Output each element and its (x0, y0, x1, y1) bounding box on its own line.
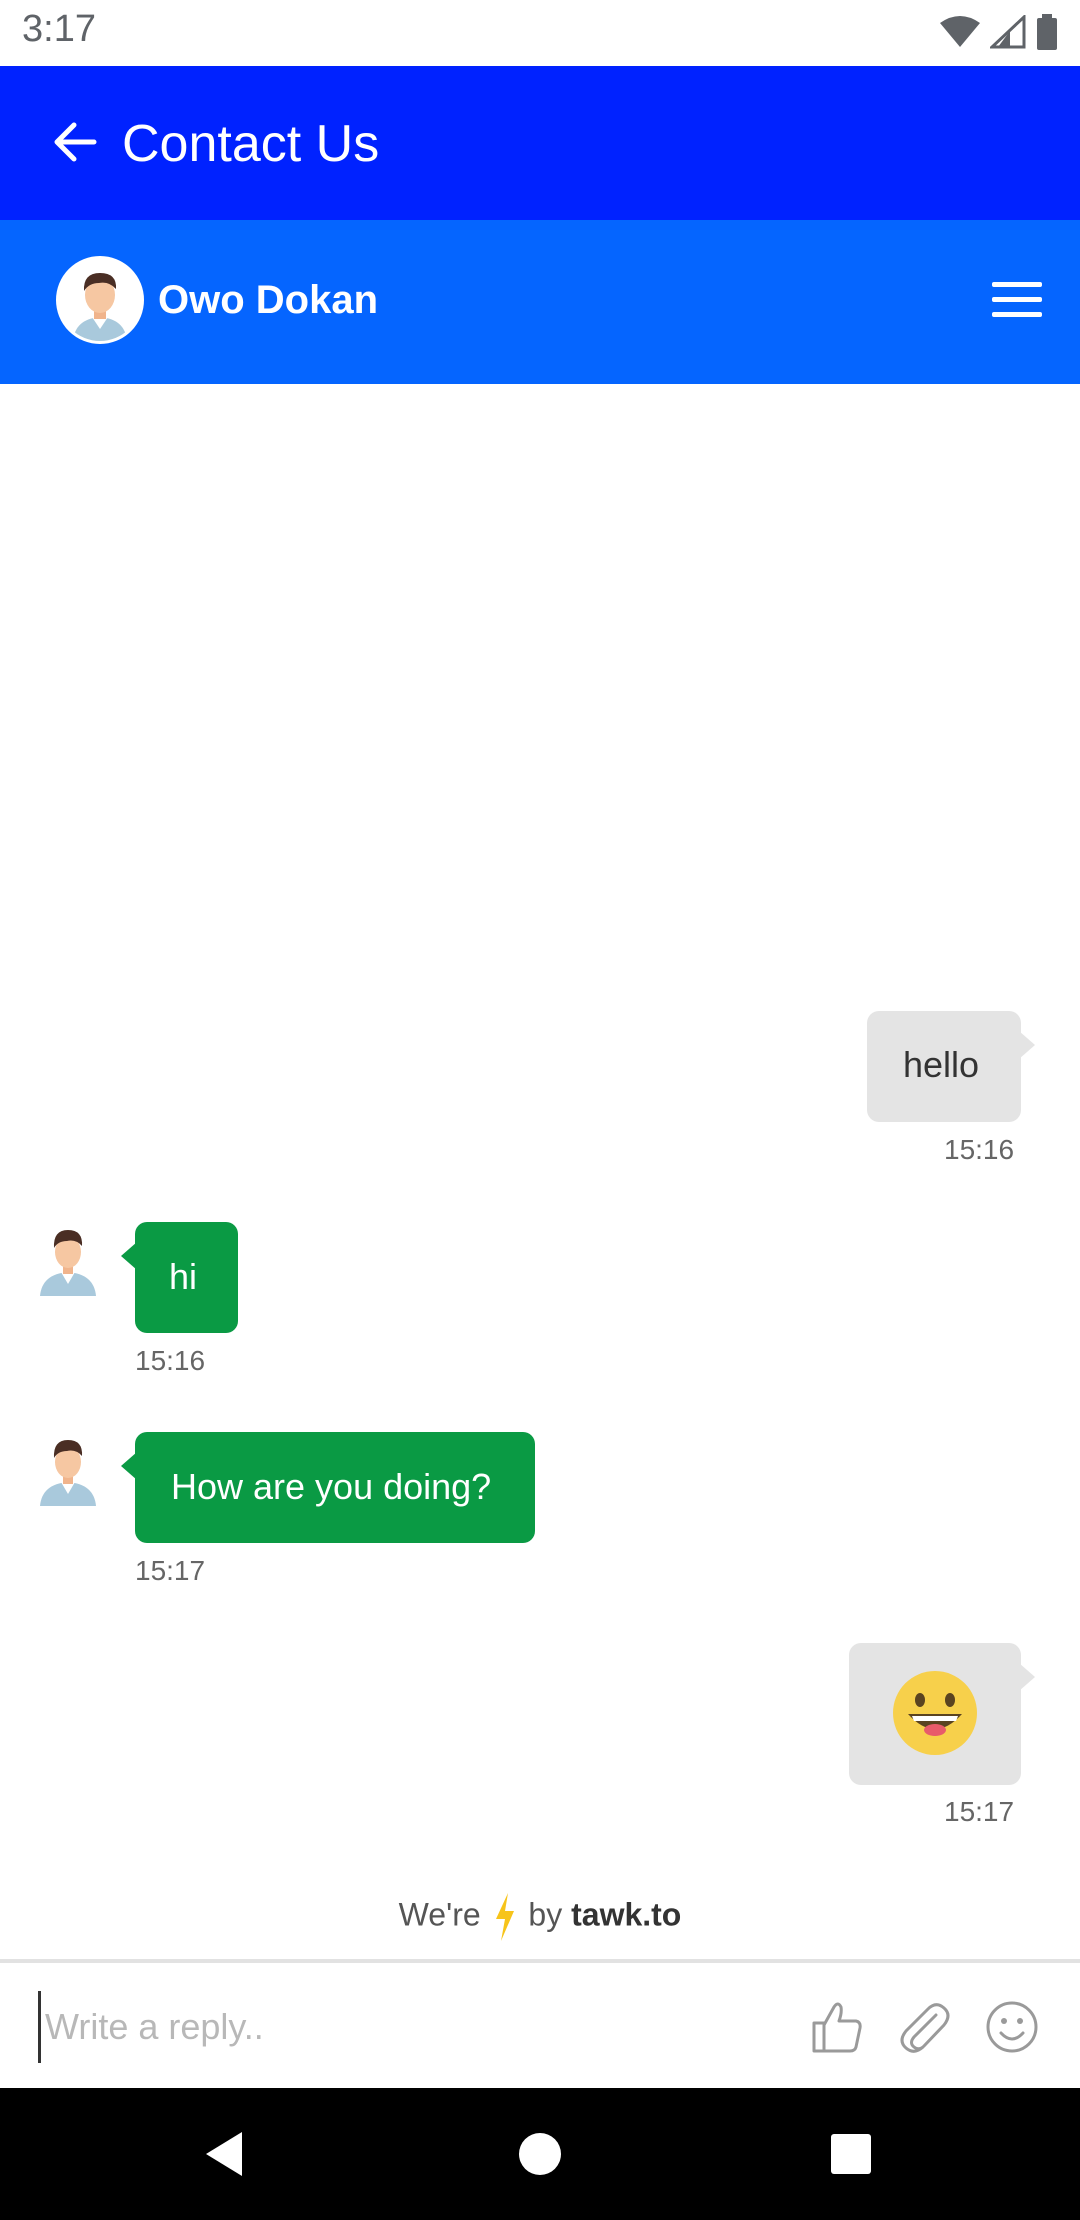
signal-icon (990, 15, 1026, 49)
app-bar: Contact Us (0, 66, 1080, 220)
grinning-face-emoji (893, 1671, 977, 1755)
powered-by-branding[interactable]: We're by tawk.to (0, 1893, 1080, 1941)
reply-composer (0, 1959, 1080, 2088)
incoming-message-bubble: How are you doing? (121, 1432, 535, 1543)
branding-brand: tawk.to (571, 1896, 682, 1933)
wifi-icon (940, 16, 980, 47)
battery-icon (1037, 14, 1057, 50)
reply-input[interactable] (38, 1991, 767, 2063)
lightning-bolt-icon (495, 1893, 514, 1941)
agent-avatar (56, 256, 144, 344)
outgoing-message-bubble: hello (867, 1011, 1035, 1122)
status-bar: 3:17 (0, 0, 1080, 66)
chat-header: Owo Dokan (0, 220, 1080, 384)
message-text: hello (903, 1044, 980, 1085)
message-text: hi (169, 1256, 198, 1297)
status-icons (940, 14, 1058, 50)
branding-by: by (528, 1896, 563, 1933)
bubble-tail (1019, 1031, 1035, 1059)
message-text: How are you doing? (171, 1466, 492, 1507)
page-title: Contact Us (122, 115, 380, 173)
incoming-message-bubble: hi (121, 1222, 238, 1333)
bubble-tail (1019, 1663, 1035, 1691)
bubble-tail (121, 1242, 137, 1270)
message-timestamp: 15:17 (944, 1796, 1015, 1827)
arrow-left-icon[interactable] (48, 116, 100, 168)
agent-avatar-small (40, 1440, 96, 1506)
system-nav-bar (0, 2088, 1080, 2220)
agent-avatar-small (40, 1230, 96, 1296)
branding-prefix: We're (398, 1896, 481, 1933)
chat-messages: hello 15:16 hi 15:16 How are you doing? … (0, 384, 1080, 1962)
home-circle-icon[interactable] (514, 2128, 566, 2180)
recents-square-icon[interactable] (825, 2128, 877, 2180)
message-timestamp: 15:16 (135, 1345, 206, 1376)
agent-face-icon (59, 259, 141, 341)
message-timestamp: 15:16 (944, 1134, 1015, 1165)
paperclip-icon[interactable] (896, 1999, 952, 2055)
smiley-icon[interactable] (984, 1999, 1040, 2055)
thumbs-up-icon[interactable] (808, 1999, 864, 2055)
status-time: 3:17 (22, 8, 96, 50)
hamburger-menu-icon[interactable] (992, 280, 1042, 320)
message-timestamp: 15:17 (135, 1555, 206, 1586)
agent-name: Owo Dokan (158, 278, 379, 322)
back-triangle-icon[interactable] (200, 2128, 252, 2180)
outgoing-message-bubble (849, 1643, 1035, 1785)
bubble-tail (121, 1452, 137, 1480)
